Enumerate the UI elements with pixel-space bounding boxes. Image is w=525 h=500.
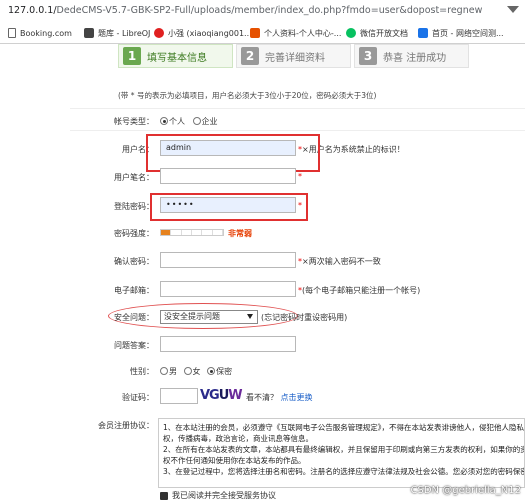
agreement-line: 1、在本站注册的会员，必须遵守《互联网电子公告服务管理规定》，不得在本站发表诽谤… bbox=[163, 423, 525, 432]
agreement-line: 3、在登记过程中，您将选择注册名和密码。注册名的选择应遵守法律法规及社会公德。您… bbox=[163, 467, 525, 476]
agreement-label: 会员注册协议： bbox=[98, 421, 154, 430]
security-label: 安全问题： bbox=[114, 313, 154, 322]
answer-input[interactable] bbox=[160, 336, 296, 352]
divider bbox=[70, 130, 525, 131]
bookmark-booking[interactable]: Booking.com bbox=[8, 27, 72, 39]
highlight-box bbox=[146, 134, 320, 172]
email-input[interactable] bbox=[160, 281, 296, 297]
email-label: 电子邮箱： bbox=[114, 286, 154, 295]
radio-personal[interactable] bbox=[160, 117, 168, 125]
bookmark-xiaoqiang[interactable]: 小强 (xiaoqiang001... bbox=[154, 27, 252, 39]
gender-label: 性别： bbox=[130, 367, 154, 376]
bookmark-profile[interactable]: 个人资料-个人中心-... bbox=[250, 27, 341, 39]
github-red-icon bbox=[154, 28, 164, 38]
wechat-icon bbox=[346, 28, 356, 38]
registration-steps: 1 填写基本信息 2 完善详细资料 3 恭喜 注册成功 bbox=[0, 44, 525, 72]
confirm-hint: *×两次输入密码不一致 bbox=[298, 257, 381, 266]
watermark: CSDN @gebriella_N12 bbox=[410, 485, 521, 496]
answer-label: 问题答案： bbox=[114, 341, 154, 350]
address-bar[interactable]: 127.0.0.1/DedeCMS-V5.7-GBK-SP2-Full/uplo… bbox=[0, 0, 525, 22]
divider bbox=[70, 108, 525, 109]
radio-female[interactable] bbox=[183, 367, 192, 375]
radio-secret[interactable] bbox=[207, 367, 216, 375]
strength-meter bbox=[160, 229, 224, 236]
step-label: 恭喜 注册成功 bbox=[383, 52, 447, 64]
strength-text: 非常弱 bbox=[228, 229, 252, 238]
security-question-select[interactable]: 没安全提示问题 bbox=[160, 310, 258, 324]
grid-icon bbox=[418, 28, 428, 38]
required-notice: (带 * 号的表示为必填项目，用户名必须大于3位小于20位，密码必须大于3位) bbox=[118, 91, 377, 100]
bookmark-cyberspace[interactable]: 首页 - 网络空间测... bbox=[418, 27, 504, 39]
required-mark: * bbox=[298, 172, 302, 181]
captcha-label: 验证码： bbox=[122, 393, 154, 402]
step-number: 2 bbox=[241, 47, 259, 65]
nickname-label: 用户笔名： bbox=[114, 173, 154, 182]
confirm-input[interactable] bbox=[160, 252, 296, 268]
gender-radios: 男 女 保密 bbox=[160, 366, 232, 377]
agreement-textbox[interactable]: 1、在本站注册的会员，必须遵守《互联网电子公告服务管理规定》，不得在本站发表诽谤… bbox=[158, 418, 525, 488]
agreement-line: 权，传播病毒，政治言论，商业讯息等信息。 bbox=[163, 434, 313, 443]
csdn-icon bbox=[250, 28, 260, 38]
password-label: 登陆密码： bbox=[114, 202, 154, 211]
captcha-input[interactable] bbox=[160, 388, 198, 404]
step-1: 1 填写基本信息 bbox=[118, 44, 233, 68]
step-number: 3 bbox=[359, 47, 377, 65]
step-2: 2 完善详细资料 bbox=[236, 44, 351, 68]
captcha-image[interactable]: VGUW bbox=[200, 388, 243, 404]
dropdown-icon[interactable] bbox=[507, 6, 519, 13]
agree-checkbox[interactable] bbox=[160, 491, 168, 500]
confirm-label: 确认密码： bbox=[114, 257, 154, 266]
nickname-input[interactable] bbox=[160, 168, 296, 184]
bookmark-wechat-docs[interactable]: 微信开放文档 bbox=[346, 27, 408, 39]
radio-male[interactable] bbox=[160, 367, 168, 375]
step-3: 3 恭喜 注册成功 bbox=[354, 44, 469, 68]
email-hint: *(每个电子邮箱只能注册一个帐号) bbox=[298, 286, 421, 295]
libreoj-icon bbox=[84, 28, 94, 38]
step-label: 完善详细资料 bbox=[265, 52, 325, 64]
account-type-label: 帐号类型： bbox=[114, 117, 154, 126]
step-label: 填写基本信息 bbox=[147, 52, 207, 64]
agreement-line: 权不作任何通知使用你在本站发布的作品。 bbox=[163, 456, 306, 465]
refresh-link[interactable]: 点击更换 bbox=[281, 393, 313, 402]
strength-label: 密码强度： bbox=[114, 229, 154, 238]
bookmark-libreoj[interactable]: 题库 - LibreOJ bbox=[84, 27, 150, 39]
page-icon bbox=[8, 28, 16, 38]
agreement-line: 2、在所有在本站发表的文章，本站都具有最终编辑权，并且保留用于印刷或向第三方发表… bbox=[163, 445, 525, 454]
security-hint: (忘记密码时重设密码用) bbox=[261, 313, 348, 322]
url-text[interactable]: 127.0.0.1/DedeCMS-V5.7-GBK-SP2-Full/uplo… bbox=[8, 5, 482, 16]
chevron-down-icon bbox=[247, 314, 253, 319]
step-number: 1 bbox=[123, 47, 141, 65]
agree-checkbox-row: 我已阅读并完全接受服务协议 bbox=[160, 490, 276, 500]
account-type-radios: 个人 企业 bbox=[160, 116, 218, 127]
highlight-box bbox=[150, 193, 308, 221]
username-label: 用户名： bbox=[122, 145, 154, 154]
captcha-refresh: 看不清？ 点击更换 bbox=[246, 393, 313, 402]
bookmarks-bar: Booking.com 题库 - LibreOJ 小强 (xiaoqiang00… bbox=[0, 22, 525, 44]
radio-company[interactable] bbox=[192, 117, 201, 125]
